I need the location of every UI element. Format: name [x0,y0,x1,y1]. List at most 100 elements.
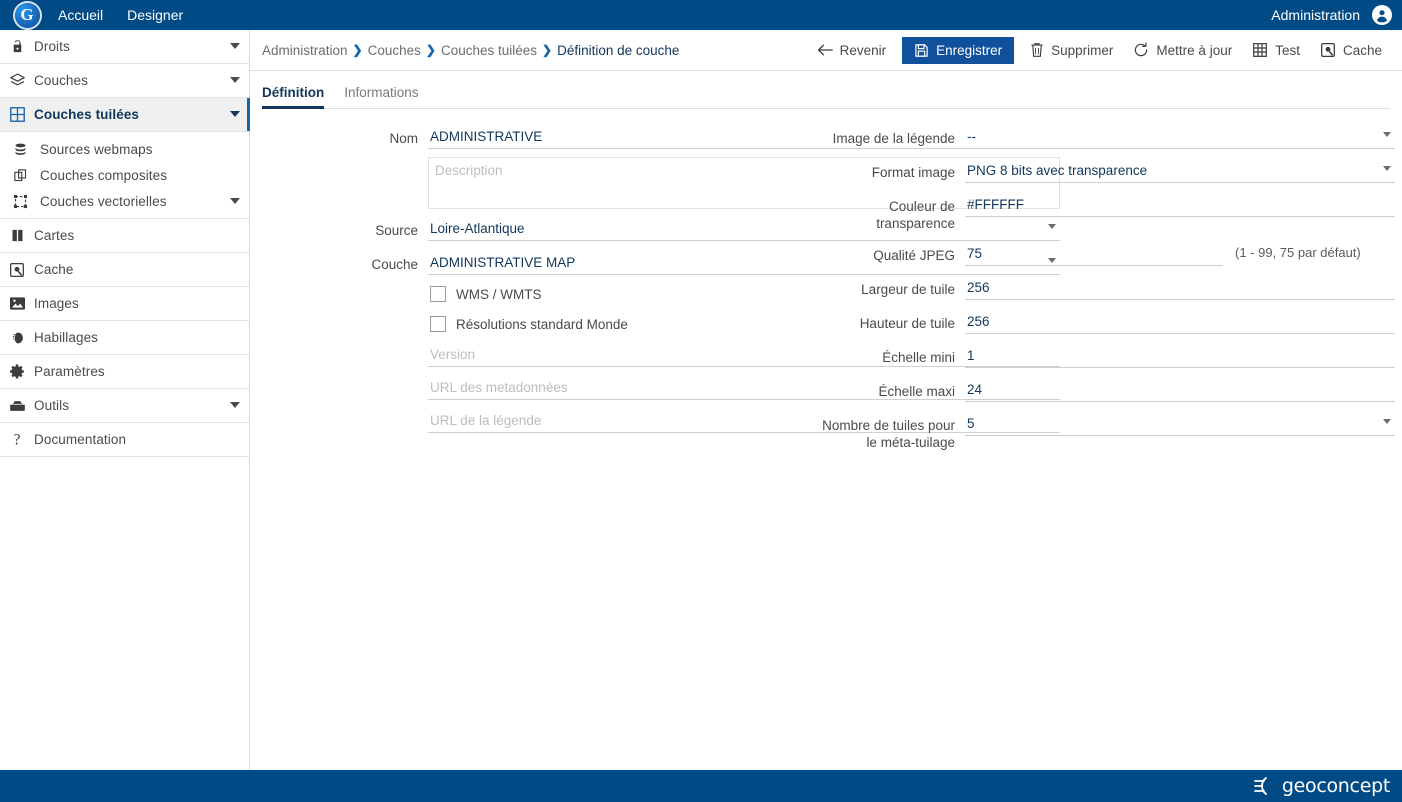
qualite-jpeg-hint: (1 - 99, 75 par défaut) [1235,245,1361,260]
disk-cache-icon [1320,42,1336,58]
breadcrumb-separator: ❯ [352,43,363,57]
button-label: Mettre à jour [1156,42,1233,58]
field-label-echelle-mini: Échelle mini [882,350,955,365]
geoconcept-g-logo: G [14,2,40,28]
field-label-couche: Couche [371,257,418,272]
breadcrumb-separator: ❯ [542,43,553,57]
sidebar-item-couches-composites[interactable]: Couches composites [0,162,249,188]
field-label-description [360,157,418,164]
geoconcept-wordmark: geoconcept [1281,775,1390,797]
button-label: Cache [1342,42,1382,58]
breadcrumb-item-couches[interactable]: Couches [368,43,421,58]
sidebar-item-label: Outils [34,398,70,413]
topnav-designer[interactable]: Designer [115,0,195,30]
layer-definition-form: Nom Source Couche [250,109,1402,450]
field-label-format-image: Format image [871,165,955,180]
chevron-down-icon[interactable] [221,111,249,118]
breadcrumb-item-couches-tuilees[interactable]: Couches tuilées [441,43,537,58]
field-label-echelle-maxi: Échelle maxi [878,384,955,399]
chevron-down-icon[interactable] [221,77,249,84]
image-legende-select[interactable] [965,123,1395,149]
echelle-maxi-input[interactable] [965,376,1395,402]
supprimer-button[interactable]: Supprimer [1020,37,1123,63]
image-icon [0,296,34,311]
field-label-spacer [360,341,418,348]
form-column-right: Image de la légende Format image Couleur… [815,123,1395,451]
field-row-image-legende: Image de la légende [815,123,1395,149]
field-label-nom: Nom [389,131,418,146]
grid-tiles-icon [1252,42,1268,58]
save-floppy-icon [914,43,929,58]
button-label: Revenir [839,42,887,58]
sidebar-item-label: Documentation [34,432,127,447]
sidebar-item-cartes[interactable]: Cartes [0,219,249,253]
chevron-down-icon[interactable] [221,197,249,205]
qualite-jpeg-input[interactable] [965,240,1223,266]
svg-text:?: ? [14,432,21,448]
main-content-area: Administration ❯ Couches ❯ Couches tuilé… [250,30,1402,770]
layers-icon [0,72,34,89]
sidebar-item-parametres[interactable]: Paramètres [0,355,249,389]
app-logo[interactable]: G [8,0,46,30]
administration-label: Administration [1271,7,1360,23]
question-mark-icon: ? [0,431,34,448]
breadcrumb-toolbar-row: Administration ❯ Couches ❯ Couches tuilé… [250,30,1402,71]
styles-icon [0,330,34,346]
revenir-button[interactable]: Revenir [807,38,897,63]
wms-wmts-checkbox[interactable] [430,286,446,302]
field-row-hauteur-tuile: Hauteur de tuile [815,308,1395,334]
resolutions-standard-monde-label: Résolutions standard Monde [456,316,628,332]
echelle-mini-input[interactable] [965,342,1395,368]
field-label-hauteur-tuile: Hauteur de tuile [859,316,955,331]
sidebar-item-couches-vectorielles[interactable]: Couches vectorielles [0,188,249,214]
field-row-echelle-maxi: Échelle maxi [815,376,1395,402]
sidebar-item-label: Images [34,296,79,311]
hauteur-tuile-input[interactable] [965,308,1395,334]
user-account-icon[interactable] [1372,5,1392,25]
field-label-couleur-transparence: Couleur de transparence [876,199,955,231]
enregistrer-button[interactable]: Enregistrer [902,36,1015,64]
breadcrumb-item-administration[interactable]: Administration [262,43,348,58]
couleur-transparence-input[interactable] [965,191,1395,217]
geoconcept-mark-icon [1253,776,1279,796]
sidebar-item-label: Habillages [34,330,99,345]
sidebar-item-label: Droits [34,39,70,54]
chevron-down-icon[interactable] [221,402,249,409]
button-label: Test [1275,42,1300,58]
sidebar-item-couches[interactable]: Couches [0,64,249,98]
test-button[interactable]: Test [1242,37,1310,63]
sidebar-item-couches-tuilees[interactable]: Couches tuilées [0,98,250,132]
breadcrumb-item-definition-de-couche: Définition de couche [557,42,680,58]
map-icon [0,227,34,244]
field-row-couleur-transparence: Couleur de transparence [815,191,1395,232]
format-image-select[interactable] [965,157,1395,183]
field-label-qualite-jpeg: Qualité JPEG [873,248,955,263]
mettre-a-jour-button[interactable]: Mettre à jour [1123,37,1242,63]
tab-definition[interactable]: Définition [262,85,334,109]
resolutions-standard-monde-checkbox[interactable] [430,316,446,332]
sidebar-item-habillages[interactable]: Habillages [0,321,249,355]
tab-informations[interactable]: Informations [344,85,428,109]
sidebar-item-images[interactable]: Images [0,287,249,321]
sidebar-item-documentation[interactable]: ? Documentation [0,423,249,457]
field-label-spacer [360,309,418,316]
sidebar-subgroup-couches-tuilees: Sources webmaps Couches composites Couch… [0,132,249,218]
sidebar-item-label: Couches composites [40,167,168,183]
cache-button[interactable]: Cache [1310,37,1392,63]
sidebar-item-outils[interactable]: Outils [0,389,249,423]
wms-wmts-label: WMS / WMTS [456,286,542,302]
chevron-down-icon[interactable] [221,43,249,50]
topnav-accueil[interactable]: Accueil [46,0,115,30]
field-label-spacer [360,279,418,286]
sidebar-item-droits[interactable]: Droits [0,30,249,64]
field-row-echelle-mini: Échelle mini [815,342,1395,368]
sidebar-item-sources-webmaps[interactable]: Sources webmaps [0,136,249,162]
trash-icon [1030,42,1044,58]
nb-tuiles-meta-select[interactable] [965,410,1395,436]
field-label-spacer [360,407,418,414]
largeur-tuile-input[interactable] [965,274,1395,300]
lock-icon [0,38,34,55]
sidebar-item-cache[interactable]: Cache [0,253,249,287]
geoconcept-footer-logo: geoconcept [1253,775,1390,797]
database-stack-icon [0,142,40,157]
